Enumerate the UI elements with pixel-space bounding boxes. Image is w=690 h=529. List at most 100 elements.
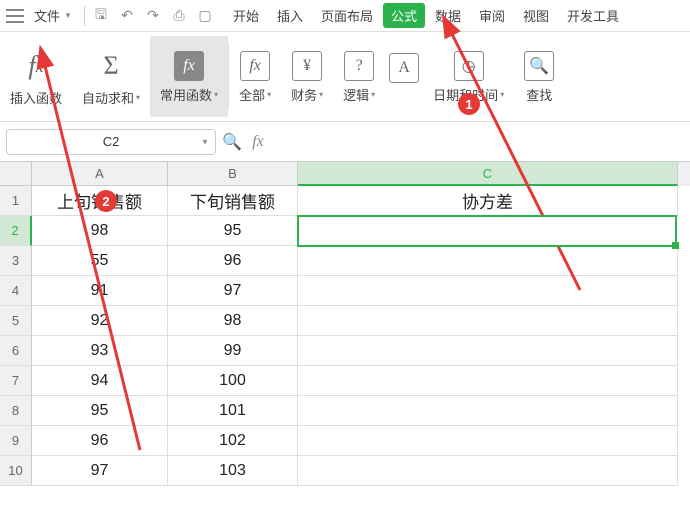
cell[interactable] <box>298 246 678 276</box>
tab-review[interactable]: 审阅 <box>471 3 513 28</box>
row-header[interactable]: 3 <box>0 246 32 276</box>
print-icon[interactable]: ⎙ <box>171 8 187 24</box>
undo-icon[interactable]: ↶ <box>119 8 135 24</box>
row-header[interactable]: 7 <box>0 366 32 396</box>
cell[interactable]: 93 <box>32 336 168 366</box>
fx-box-icon: fx <box>174 51 204 81</box>
save-icon[interactable]: 🖫 <box>93 8 109 24</box>
fx-icon: fx <box>18 48 54 84</box>
row-header[interactable]: 4 <box>0 276 32 306</box>
sigma-icon: Σ <box>93 48 129 84</box>
cell[interactable]: 95 <box>168 216 298 246</box>
row-header[interactable]: 8 <box>0 396 32 426</box>
cell[interactable] <box>298 306 678 336</box>
chevron-down-icon: ▼ <box>201 137 209 146</box>
cell[interactable] <box>298 336 678 366</box>
formula-input[interactable] <box>274 129 684 155</box>
cell[interactable] <box>298 396 678 426</box>
ribbon-tabs: 开始 插入 页面布局 公式 数据 审阅 视图 开发工具 <box>225 3 627 28</box>
column-headers-row: A B C <box>0 162 690 186</box>
text-button[interactable]: A xx▾ <box>385 36 423 117</box>
col-header-B[interactable]: B <box>168 162 298 186</box>
table-row: 4 91 97 <box>0 276 690 306</box>
table-row: 2 98 95 <box>0 216 690 246</box>
row-header[interactable]: 2 <box>0 216 32 246</box>
preview-icon[interactable]: ▢ <box>197 8 213 24</box>
table-row: 1 上旬销售额 下旬销售额 协方差 <box>0 186 690 216</box>
logic-button[interactable]: ? 逻辑▾ <box>333 36 385 117</box>
cell[interactable]: 协方差 <box>298 186 678 216</box>
find-button[interactable]: 🔍 查找 <box>514 36 564 117</box>
fx-icon[interactable]: fx <box>248 133 268 151</box>
selected-cell[interactable] <box>297 215 677 247</box>
chevron-down-icon: ▾ <box>267 90 271 99</box>
cell[interactable]: 97 <box>168 276 298 306</box>
cell[interactable]: 下旬销售额 <box>168 186 298 216</box>
all-functions-button[interactable]: fx 全部▾ <box>229 36 281 117</box>
row-header[interactable]: 6 <box>0 336 32 366</box>
name-box[interactable]: C2 ▼ <box>6 129 216 155</box>
cell[interactable]: 98 <box>168 306 298 336</box>
table-row: 3 55 96 <box>0 246 690 276</box>
quick-access-toolbar: 🖫 ↶ ↷ ⎙ ▢ <box>93 8 213 24</box>
cell[interactable] <box>298 366 678 396</box>
cell[interactable]: 91 <box>32 276 168 306</box>
chevron-down-icon: ▾ <box>371 90 375 99</box>
row-header[interactable]: 5 <box>0 306 32 336</box>
file-menu-label: 文件 <box>34 6 60 25</box>
hamburger-icon[interactable] <box>6 9 24 23</box>
cell[interactable]: 92 <box>32 306 168 336</box>
select-all-corner[interactable] <box>0 162 32 186</box>
redo-icon[interactable]: ↷ <box>145 8 161 24</box>
insert-function-button[interactable]: fx 插入函数 <box>0 36 72 117</box>
file-menu[interactable]: 文件 ▼ <box>30 6 76 25</box>
cell[interactable]: 103 <box>168 456 298 486</box>
tab-view[interactable]: 视图 <box>515 3 557 28</box>
cell[interactable]: 100 <box>168 366 298 396</box>
row-header[interactable]: 1 <box>0 186 32 216</box>
tab-layout[interactable]: 页面布局 <box>313 3 381 28</box>
tab-start[interactable]: 开始 <box>225 3 267 28</box>
cell[interactable]: 98 <box>32 216 168 246</box>
chevron-down-icon: ▼ <box>64 11 72 20</box>
autosum-button[interactable]: Σ 自动求和▾ <box>72 36 150 117</box>
insert-function-label: 插入函数 <box>10 88 62 107</box>
question-icon: ? <box>344 51 374 81</box>
col-header-A[interactable]: A <box>32 162 168 186</box>
separator <box>84 6 85 26</box>
chevron-down-icon: ▾ <box>214 90 218 99</box>
tab-dev[interactable]: 开发工具 <box>559 3 627 28</box>
yen-icon: ¥ <box>292 51 322 81</box>
text-icon: A <box>389 53 419 83</box>
cell[interactable]: 102 <box>168 426 298 456</box>
row-header[interactable]: 9 <box>0 426 32 456</box>
cell[interactable]: 101 <box>168 396 298 426</box>
cell[interactable]: 99 <box>168 336 298 366</box>
tab-data[interactable]: 数据 <box>427 3 469 28</box>
cell[interactable]: 94 <box>32 366 168 396</box>
top-bar: 文件 ▼ 🖫 ↶ ↷ ⎙ ▢ 开始 插入 页面布局 公式 数据 审阅 视图 开发… <box>0 0 690 32</box>
table-row: 10 97 103 <box>0 456 690 486</box>
datetime-button[interactable]: ◷ 日期和时间▾ <box>423 36 514 117</box>
tab-insert[interactable]: 插入 <box>269 3 311 28</box>
tab-formula[interactable]: 公式 <box>383 3 425 28</box>
finance-button[interactable]: ¥ 财务▾ <box>281 36 333 117</box>
cell[interactable]: 55 <box>32 246 168 276</box>
cell[interactable]: 96 <box>32 426 168 456</box>
cell[interactable]: 96 <box>168 246 298 276</box>
search-formula-icon[interactable]: 🔍 <box>222 132 242 152</box>
fill-handle[interactable] <box>672 242 679 249</box>
cell[interactable] <box>298 426 678 456</box>
common-functions-button[interactable]: fx 常用函数▾ <box>150 36 228 117</box>
cell[interactable] <box>298 456 678 486</box>
cell[interactable]: 上旬销售额 <box>32 186 168 216</box>
search-icon: 🔍 <box>524 51 554 81</box>
table-row: 6 93 99 <box>0 336 690 366</box>
col-header-C[interactable]: C <box>298 162 678 186</box>
cell[interactable]: 95 <box>32 396 168 426</box>
table-row: 8 95 101 <box>0 396 690 426</box>
cell[interactable]: 97 <box>32 456 168 486</box>
fx-outline-icon: fx <box>240 51 270 81</box>
cell[interactable] <box>298 276 678 306</box>
row-header[interactable]: 10 <box>0 456 32 486</box>
